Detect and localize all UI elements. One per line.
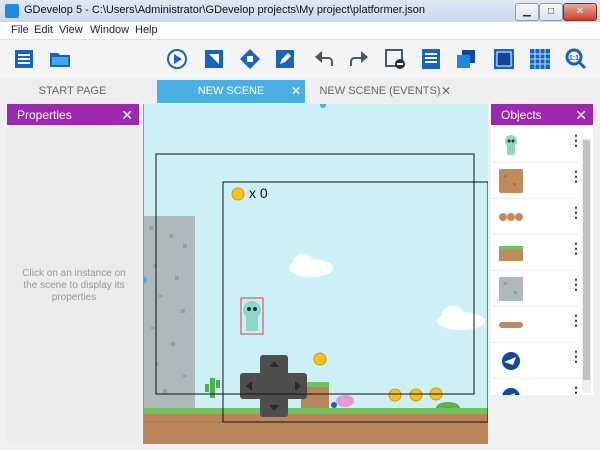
object-bring-icon[interactable] [201,46,227,72]
more-icon[interactable]: ⋮ [569,313,583,327]
edit-pencil-icon[interactable] [272,46,298,72]
blue-coin-icon [502,352,520,370]
object-item-blue-ball[interactable]: ⋮ [491,379,583,395]
objects-scrollbar[interactable] [582,138,591,393]
object-item-bricks[interactable]: ⋮ [491,199,583,235]
blue-ball-icon [502,388,520,395]
menu-file[interactable]: File [11,24,29,36]
coin-counter: x 0 [249,185,268,201]
undo-icon[interactable] [311,46,337,72]
scene-drawing [143,104,488,444]
player [243,301,261,319]
project-manager-icon[interactable] [11,46,37,72]
object-item-plank[interactable]: ⋮ [491,307,583,343]
dirt-block-icon [499,169,523,193]
coin [409,388,423,402]
wood-plank-icon [499,322,523,328]
tab-close-icon[interactable]: ✕ [291,80,301,103]
grid-icon[interactable] [527,46,553,72]
menu-window[interactable]: Window [90,24,129,36]
object-item-dirt[interactable]: ⋮ [491,163,583,199]
coin [388,388,402,402]
stone-block-icon [499,277,523,301]
objects-header: Objects ✕ [491,104,593,126]
properties-title: Properties [17,108,72,122]
properties-close-icon[interactable]: ✕ [121,104,133,126]
layers-icon[interactable] [418,46,444,72]
tab-label: NEW SCENE [197,85,265,97]
grass-platform-icon [499,246,523,261]
ground-dirt [143,414,488,444]
objects-title: Objects [501,108,542,122]
more-icon[interactable]: ⋮ [569,169,583,183]
window-mask-icon[interactable] [491,46,517,72]
more-icon[interactable]: ⋮ [569,133,583,147]
properties-header: Properties ✕ [7,104,139,126]
blue-orb [331,402,337,408]
ground-grass [143,408,488,414]
coin-hud-icon [231,187,245,201]
objects-close-icon[interactable]: ✕ [575,104,587,126]
close-button[interactable]: ✕ [563,3,597,21]
coin [313,352,327,366]
tab-new-scene-events[interactable]: NEW SCENE (EVENTS) ✕ [305,80,455,103]
tab-new-scene[interactable]: NEW SCENE ✕ [157,80,305,103]
tab-start-page[interactable]: START PAGE [0,80,145,103]
object-item-stone[interactable]: ⋮ [491,271,583,307]
properties-panel: Click on an instance on the scene to dis… [7,125,139,443]
object-item-blue-coin[interactable]: ⋮ [491,343,583,379]
bricks-icon [499,213,523,221]
more-icon[interactable]: ⋮ [569,205,583,219]
maximize-button[interactable]: □ [539,3,563,21]
slime-enemy [336,395,354,407]
svg-text:1:1: 1:1 [569,55,579,62]
more-icon[interactable]: ⋮ [569,349,583,363]
menu-edit[interactable]: Edit [34,24,53,36]
more-icon[interactable]: ⋮ [569,277,583,291]
zoom-icon[interactable]: 1:1 [563,46,589,72]
menu-help[interactable]: Help [135,24,158,36]
window-title: GDevelop 5 - C:\Users\Administrator\GDev… [24,4,426,16]
tab-label: START PAGE [38,85,107,97]
menu-view[interactable]: View [59,24,83,36]
objects-list: ⋮ ⋮ ⋮ ⋮ ⋮ ⋮ ⋮ ⋮ [491,125,593,395]
scrollbar-thumb[interactable] [583,140,590,380]
more-icon[interactable]: ⋮ [569,241,583,255]
scene-canvas[interactable]: x 0 [143,104,488,444]
tab-label: NEW SCENE (EVENTS) [319,85,441,97]
title-bar: GDevelop 5 - C:\Users\Administrator\GDev… [0,0,600,23]
object-item-grass[interactable]: ⋮ [491,235,583,271]
app-icon [5,4,19,18]
redo-icon[interactable] [346,46,372,72]
open-folder-icon[interactable] [47,46,73,72]
delete-icon[interactable] [382,46,408,72]
cactus [210,378,215,398]
properties-hint: Click on an instance on the scene to dis… [22,268,126,303]
player-sprite-icon [505,135,517,155]
object-item-player[interactable]: ⋮ [491,127,583,163]
menu-bar: File Edit View Window Help [0,22,600,40]
instances-icon[interactable] [453,46,479,72]
more-icon[interactable]: ⋮ [569,385,583,395]
dpad-control [240,355,307,417]
object-grid-icon[interactable] [237,46,263,72]
minimize-button[interactable]: ▁ [515,3,539,21]
tab-close-icon[interactable]: ✕ [441,80,451,103]
preview-play-icon[interactable] [164,46,190,72]
resize-handle [320,104,326,108]
